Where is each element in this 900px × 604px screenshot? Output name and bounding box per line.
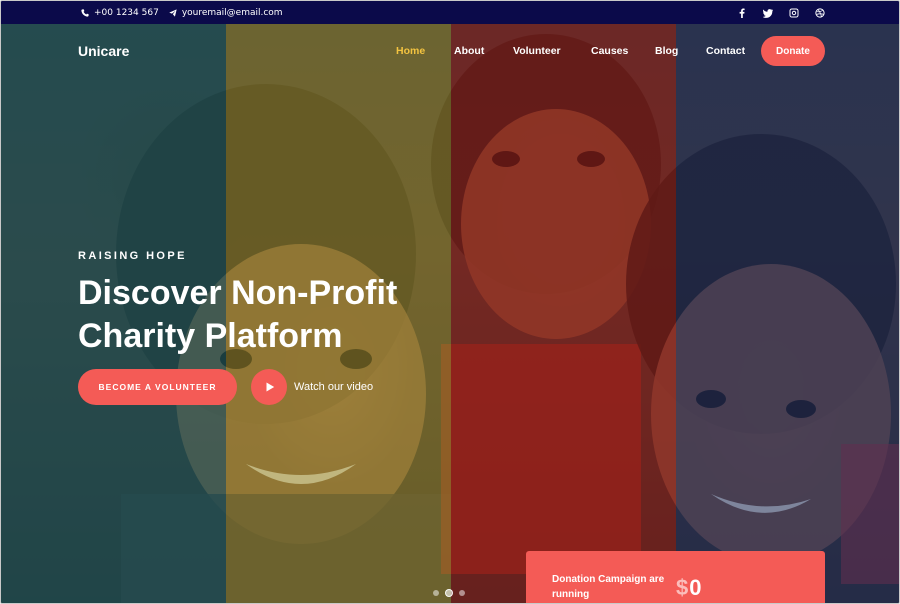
hero-headline: Discover Non-Profit Charity Platform <box>78 272 498 358</box>
amount-value: 0 <box>689 575 702 600</box>
play-icon <box>266 382 275 392</box>
overlay-band-navy <box>676 24 899 603</box>
carousel-dots <box>433 589 465 597</box>
instagram-icon[interactable] <box>789 8 799 18</box>
phone-icon <box>81 8 89 17</box>
site-logo[interactable]: Unicare <box>78 43 129 59</box>
donation-campaign-card: Donation Campaign are running $0 <box>526 551 825 603</box>
email-item[interactable]: youremail@email.com <box>169 8 283 18</box>
nav-item-contact[interactable]: Contact <box>706 45 745 57</box>
social-links <box>737 7 825 18</box>
carousel-dot-2[interactable] <box>445 589 453 597</box>
hero-actions: BECOME A VOLUNTEER Watch our video <box>78 369 373 405</box>
top-contact-bar: +00 1234 567 youremail@email.com <box>1 1 899 24</box>
phone-item[interactable]: +00 1234 567 <box>81 8 159 18</box>
nav-item-blog[interactable]: Blog <box>655 45 678 57</box>
donation-amount: $0 <box>676 575 702 601</box>
main-navigation: Unicare Home About Volunteer Causes Blog… <box>1 24 899 80</box>
email-text: youremail@email.com <box>181 7 283 18</box>
become-volunteer-button[interactable]: BECOME A VOLUNTEER <box>78 369 237 405</box>
donation-campaign-label: Donation Campaign are running <box>552 574 665 600</box>
hero-headline-line1: Discover Non-Profit <box>78 274 398 312</box>
nav-item-volunteer[interactable]: Volunteer <box>513 45 561 57</box>
paper-plane-icon <box>169 8 177 17</box>
twitter-icon[interactable] <box>763 8 773 18</box>
page-frame: +00 1234 567 youremail@email.com Unicare… <box>0 0 900 604</box>
watch-video-link[interactable]: Watch our video <box>294 381 373 393</box>
donate-button[interactable]: Donate <box>761 36 825 66</box>
carousel-dot-3[interactable] <box>459 590 465 596</box>
currency-symbol: $ <box>676 575 689 600</box>
facebook-icon[interactable] <box>737 8 747 18</box>
hero-headline-line2: Charity Platform <box>78 317 343 355</box>
carousel-dot-1[interactable] <box>433 590 439 596</box>
contact-info: +00 1234 567 youremail@email.com <box>81 8 283 18</box>
nav-item-causes[interactable]: Causes <box>591 45 628 57</box>
nav-item-about[interactable]: About <box>454 45 484 57</box>
play-video-button[interactable] <box>251 369 287 405</box>
dribbble-icon[interactable] <box>815 7 825 18</box>
nav-item-home[interactable]: Home <box>396 45 425 57</box>
hero-kicker: RAISING HOPE <box>78 250 187 262</box>
phone-text: +00 1234 567 <box>94 7 159 18</box>
